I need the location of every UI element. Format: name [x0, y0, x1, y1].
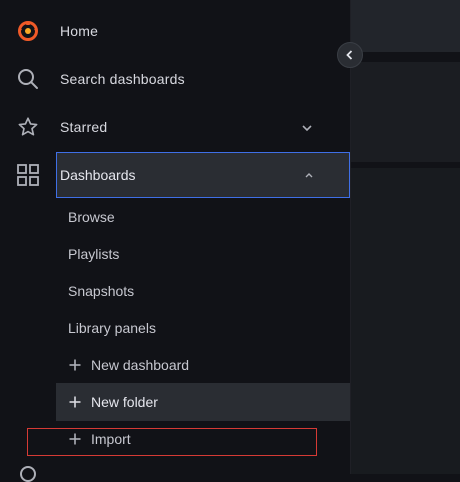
- submenu-new-folder-label: New folder: [91, 394, 158, 410]
- nav-item-dashboards[interactable]: Dashboards: [56, 152, 350, 198]
- submenu-browse[interactable]: Browse: [68, 209, 115, 225]
- top-bar: [351, 0, 460, 52]
- side-menu: Home Search dashboards Starred Dashboard…: [0, 0, 351, 482]
- apps-grid-icon: [17, 164, 39, 186]
- nav-item-starred-label: Starred: [60, 119, 108, 135]
- main-content: [351, 0, 460, 474]
- highlight-import-box: [27, 428, 317, 456]
- submenu-new-dashboard[interactable]: New dashboard: [68, 357, 189, 373]
- grafana-logo-icon: [14, 19, 42, 43]
- nav-item-search-label: Search dashboards: [60, 71, 185, 87]
- submenu-playlists[interactable]: Playlists: [68, 246, 119, 262]
- nav-item-home-label: Home: [60, 23, 99, 39]
- chevron-up-icon[interactable]: [302, 169, 316, 181]
- plus-icon: [68, 395, 82, 409]
- submenu-library-panels[interactable]: Library panels: [68, 320, 156, 336]
- search-icon: [14, 67, 42, 91]
- nav-item-dashboards-label: Dashboards: [60, 167, 136, 183]
- plus-icon: [68, 358, 82, 372]
- submenu-new-folder[interactable]: New folder: [68, 394, 158, 410]
- content-body: [351, 168, 460, 474]
- submenu-snapshots[interactable]: Snapshots: [68, 283, 134, 299]
- collapse-menu-button[interactable]: [337, 42, 363, 68]
- star-icon: [14, 115, 42, 139]
- submenu-new-dashboard-label: New dashboard: [91, 357, 190, 373]
- chevron-down-icon[interactable]: [300, 121, 314, 133]
- content-header: [351, 62, 460, 162]
- nav-item-starred[interactable]: Starred: [0, 105, 350, 149]
- nav-item-search[interactable]: Search dashboards: [0, 57, 350, 101]
- chevron-left-icon: [344, 49, 356, 61]
- nav-item-home[interactable]: Home: [0, 9, 350, 53]
- help-icon[interactable]: [20, 466, 36, 482]
